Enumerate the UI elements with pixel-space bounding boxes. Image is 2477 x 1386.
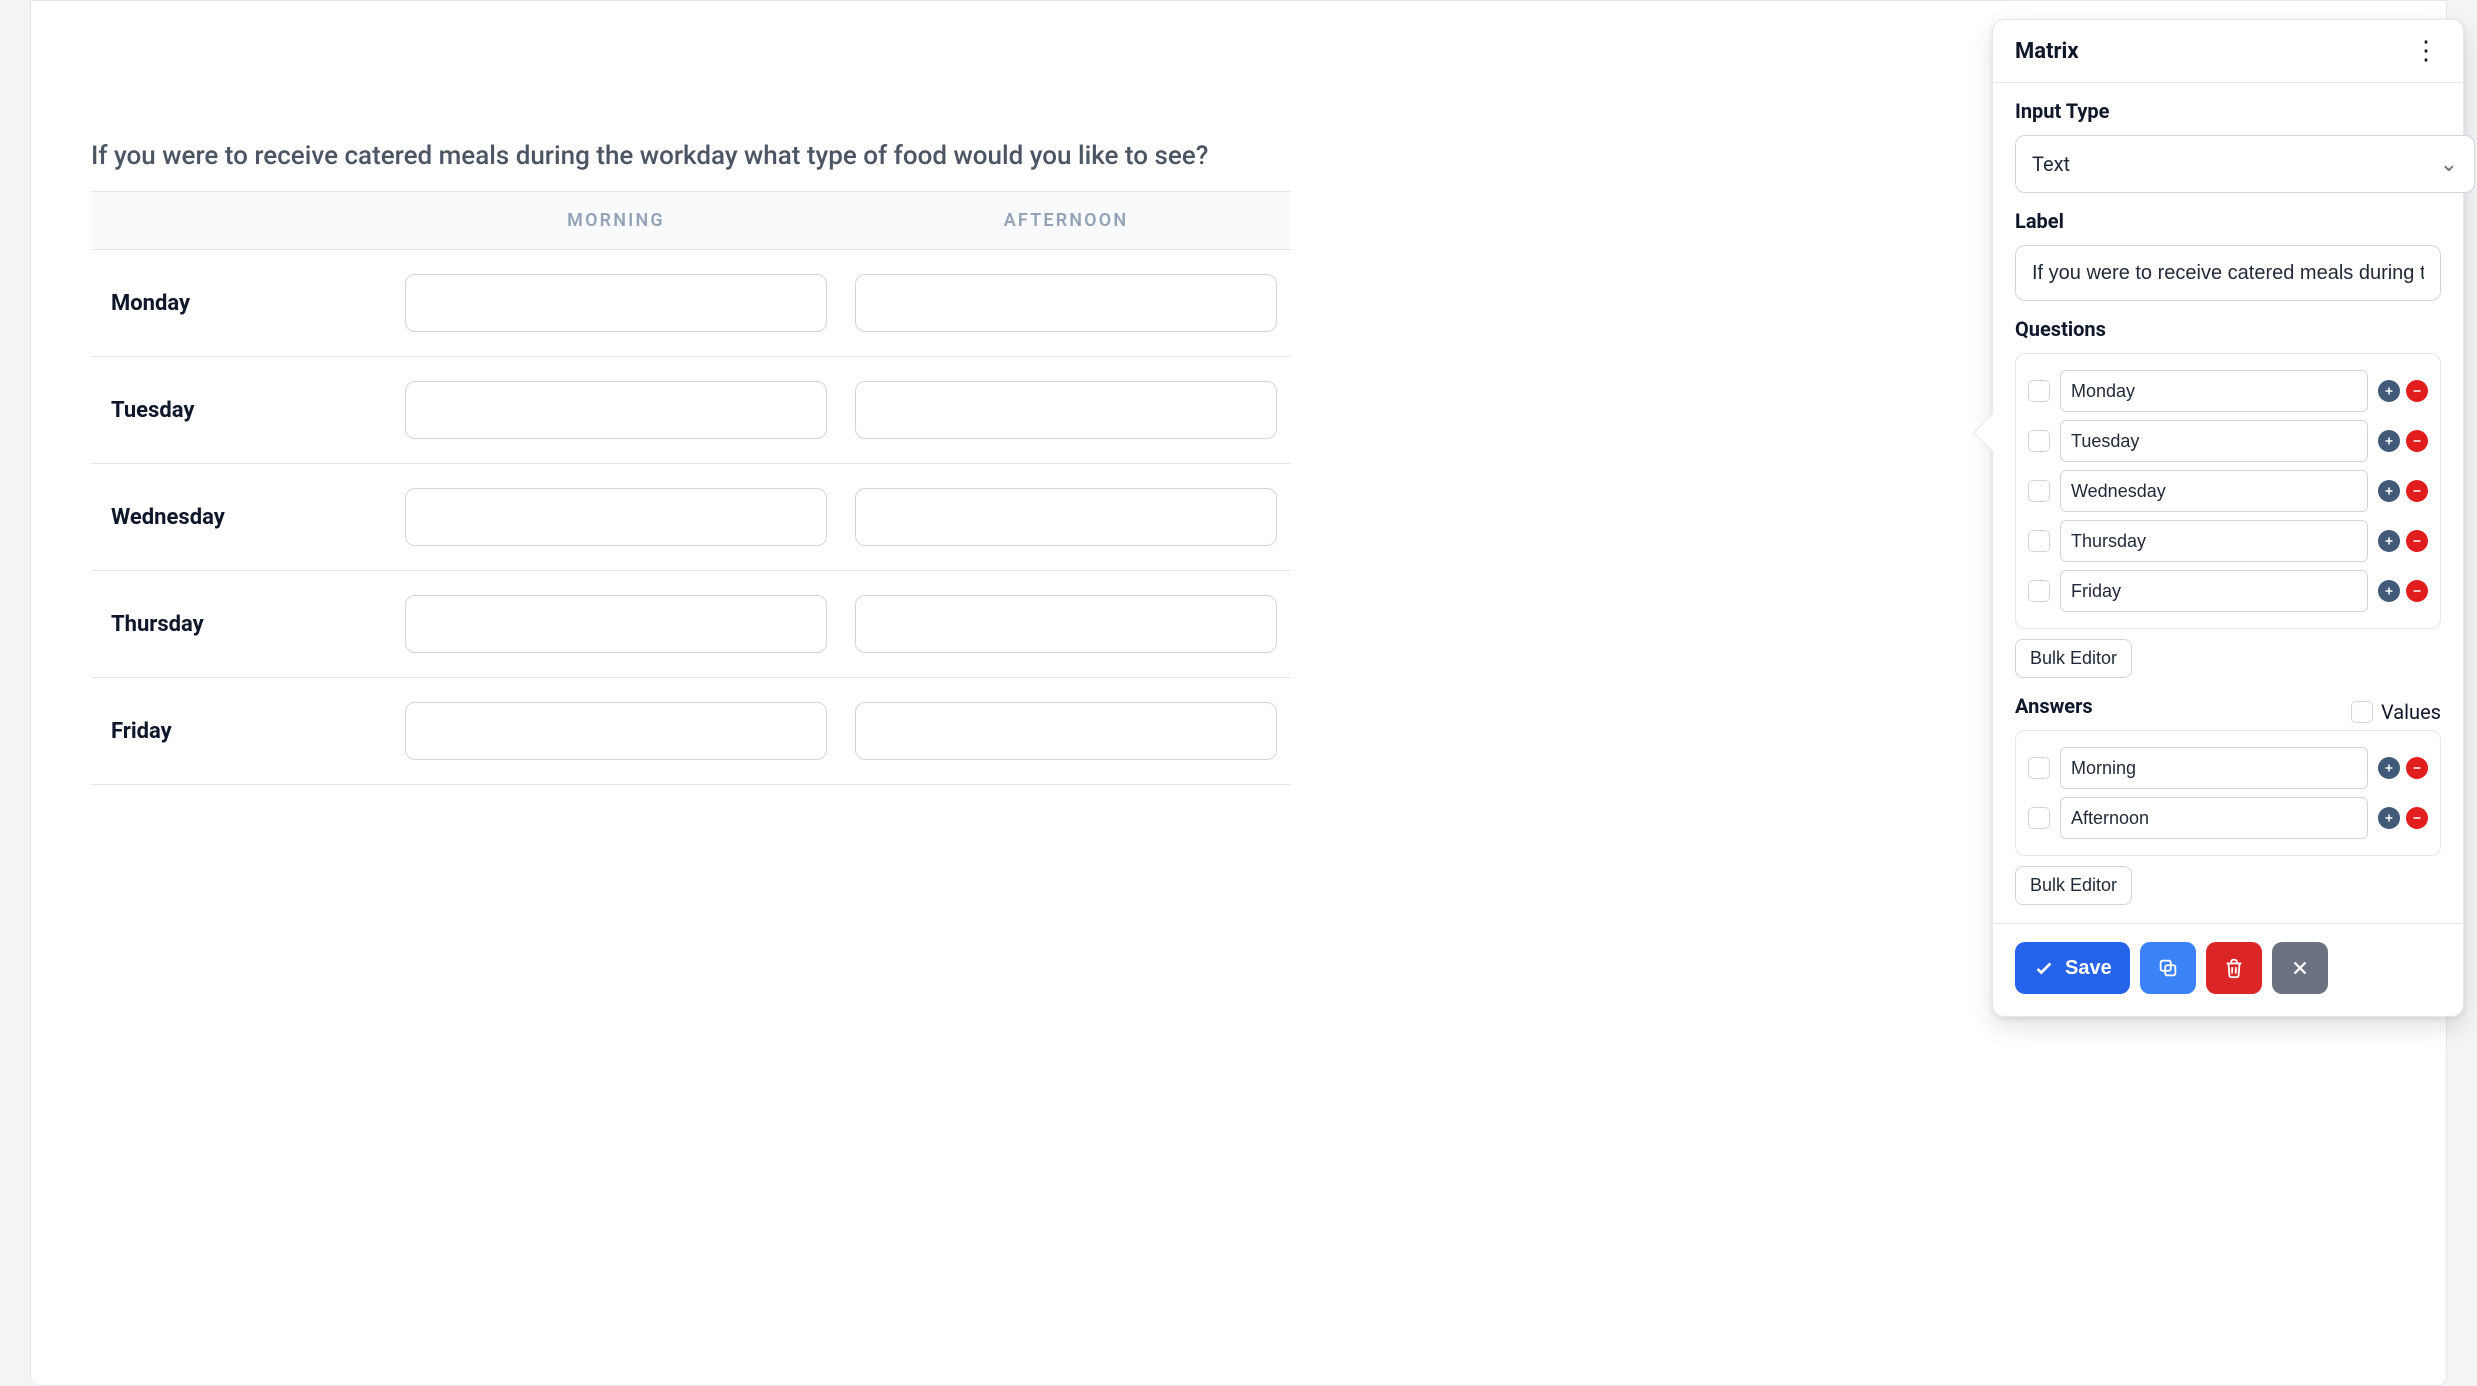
matrix-cell-input[interactable] — [405, 488, 827, 546]
remove-item-icon[interactable] — [2406, 580, 2428, 602]
answer-item-input[interactable] — [2060, 797, 2368, 839]
row-label: Thursday — [91, 571, 391, 678]
save-button[interactable]: Save — [2015, 942, 2130, 994]
section-label-field: Label — [1993, 193, 2463, 301]
answers-list — [2015, 730, 2441, 856]
drag-handle-icon[interactable] — [2028, 580, 2050, 602]
matrix-cell-input[interactable] — [405, 274, 827, 332]
drag-handle-icon[interactable] — [2028, 757, 2050, 779]
matrix-head-rowlabel — [91, 191, 391, 250]
row-label: Tuesday — [91, 357, 391, 464]
matrix-cell-input[interactable] — [405, 595, 827, 653]
add-item-icon[interactable] — [2378, 530, 2400, 552]
matrix-cell-input[interactable] — [855, 381, 1277, 439]
add-item-icon[interactable] — [2378, 430, 2400, 452]
matrix-cell-input[interactable] — [855, 274, 1277, 332]
matrix-cell-input[interactable] — [855, 488, 1277, 546]
matrix-cell-input[interactable] — [855, 702, 1277, 760]
input-type-select[interactable]: Text ⌄ — [2015, 135, 2441, 193]
row-label: Wednesday — [91, 464, 391, 571]
add-item-icon[interactable] — [2378, 480, 2400, 502]
matrix-cell-input[interactable] — [855, 595, 1277, 653]
bulk-editor-answers-button[interactable]: Bulk Editor — [2015, 866, 2132, 905]
drag-handle-icon[interactable] — [2028, 530, 2050, 552]
values-toggle[interactable]: Values — [2351, 700, 2441, 724]
chevron-down-icon: ⌄ — [2440, 152, 2458, 177]
add-item-icon[interactable] — [2378, 380, 2400, 402]
list-item — [2028, 366, 2428, 416]
matrix-cell-input[interactable] — [405, 702, 827, 760]
remove-item-icon[interactable] — [2406, 807, 2428, 829]
remove-item-icon[interactable] — [2406, 430, 2428, 452]
table-row: Wednesday — [91, 464, 1291, 571]
bulk-editor-questions-button[interactable]: Bulk Editor — [2015, 639, 2132, 678]
matrix-head-col-1: AFTERNOON — [841, 191, 1291, 250]
question-label: If you were to receive catered meals dur… — [91, 141, 1291, 171]
drag-handle-icon[interactable] — [2028, 807, 2050, 829]
question-item-input[interactable] — [2060, 520, 2368, 562]
section-label: Input Type — [2015, 99, 2441, 123]
section-label: Questions — [2015, 317, 2441, 341]
table-row: Tuesday — [91, 357, 1291, 464]
remove-item-icon[interactable] — [2406, 530, 2428, 552]
section-label: Answers — [2015, 694, 2093, 718]
remove-item-icon[interactable] — [2406, 380, 2428, 402]
question-block: If you were to receive catered meals dur… — [31, 1, 1351, 785]
remove-item-icon[interactable] — [2406, 757, 2428, 779]
question-item-input[interactable] — [2060, 570, 2368, 612]
remove-item-icon[interactable] — [2406, 480, 2428, 502]
section-questions: Questions — [1993, 301, 2463, 678]
question-item-input[interactable] — [2060, 370, 2368, 412]
close-button[interactable] — [2272, 942, 2328, 994]
properties-panel: Matrix ⋮ Input Type Text ⌄ Label Questio… — [1992, 19, 2464, 1017]
table-row: Thursday — [91, 571, 1291, 678]
drag-handle-icon[interactable] — [2028, 480, 2050, 502]
values-checkbox[interactable] — [2351, 701, 2373, 723]
more-menu-icon[interactable]: ⋮ — [2411, 38, 2441, 64]
section-input-type: Input Type Text ⌄ — [1993, 83, 2463, 193]
question-item-input[interactable] — [2060, 420, 2368, 462]
list-item — [2028, 416, 2428, 466]
table-row: Friday — [91, 678, 1291, 785]
section-answers: Answers Values — [1993, 678, 2463, 905]
trash-icon — [2223, 957, 2245, 979]
form-canvas: If you were to receive catered meals dur… — [30, 0, 2447, 1386]
row-label: Monday — [91, 250, 391, 357]
values-toggle-label: Values — [2381, 700, 2441, 724]
matrix-head-col-0: MORNING — [391, 191, 841, 250]
duplicate-button[interactable] — [2140, 942, 2196, 994]
section-label: Label — [2015, 209, 2441, 233]
table-row: Monday — [91, 250, 1291, 357]
list-item — [2028, 516, 2428, 566]
list-item — [2028, 466, 2428, 516]
drag-handle-icon[interactable] — [2028, 380, 2050, 402]
row-label: Friday — [91, 678, 391, 785]
answer-item-input[interactable] — [2060, 747, 2368, 789]
drag-handle-icon[interactable] — [2028, 430, 2050, 452]
list-item — [2028, 793, 2428, 843]
copy-icon — [2157, 957, 2179, 979]
delete-button[interactable] — [2206, 942, 2262, 994]
label-input[interactable] — [2015, 245, 2441, 301]
check-icon — [2033, 957, 2055, 979]
close-icon — [2289, 957, 2311, 979]
question-item-input[interactable] — [2060, 470, 2368, 512]
panel-title: Matrix — [2015, 39, 2079, 64]
save-button-label: Save — [2065, 957, 2112, 980]
list-item — [2028, 566, 2428, 616]
input-type-value: Text — [2032, 152, 2070, 176]
panel-footer: Save — [1993, 923, 2463, 1016]
add-item-icon[interactable] — [2378, 580, 2400, 602]
questions-list — [2015, 353, 2441, 629]
list-item — [2028, 743, 2428, 793]
matrix-cell-input[interactable] — [405, 381, 827, 439]
add-item-icon[interactable] — [2378, 757, 2400, 779]
matrix-table: MORNING AFTERNOON Monday Tuesday Wednesd… — [91, 191, 1291, 785]
add-item-icon[interactable] — [2378, 807, 2400, 829]
panel-header: Matrix ⋮ — [1993, 20, 2463, 83]
